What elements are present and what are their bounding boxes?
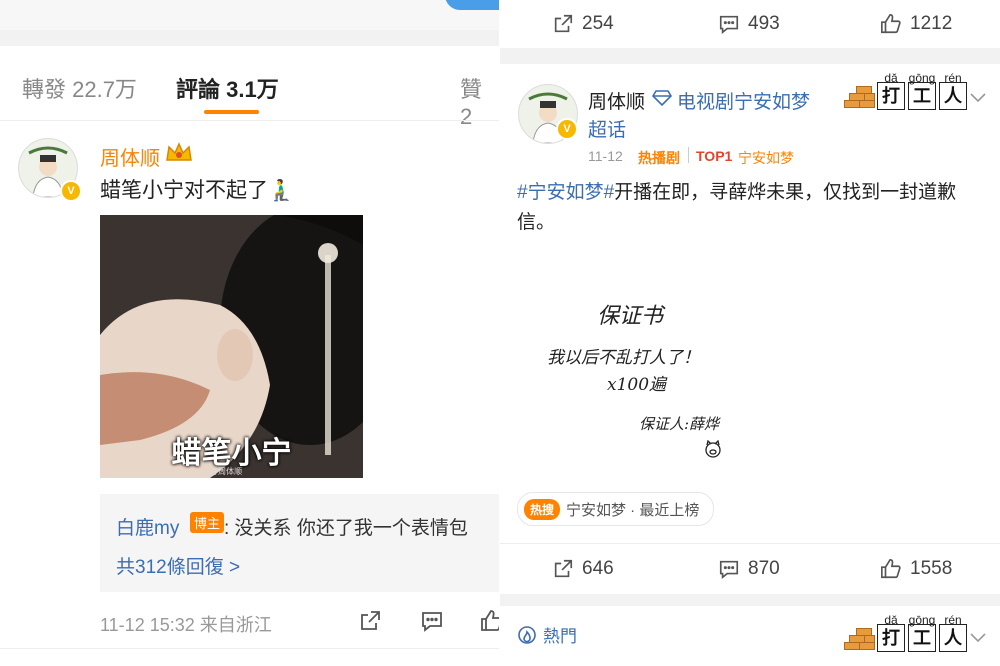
hot-search-chip[interactable]: 热搜 宁安如梦 · 最近上榜	[517, 492, 715, 526]
comments-panel: 轉發 22.7万 評論 3.1万 贊 2 V 周体顺 蜡笔小宁对不起了🧎‍♂️	[0, 0, 500, 666]
top-comment-button[interactable]: 493	[718, 13, 780, 35]
tag-hot[interactable]: 热播剧	[638, 148, 680, 168]
tab-divider	[0, 120, 500, 121]
tab-comments[interactable]: 評論 3.1万	[176, 72, 279, 104]
hot-search-text: 宁安如梦 · 最近上榜	[566, 501, 700, 519]
tab-reposts[interactable]: 轉發 22.7万	[22, 72, 137, 104]
tag-top[interactable]: TOP1	[696, 148, 732, 164]
section-gap	[500, 48, 1000, 64]
like-icon	[881, 14, 901, 34]
pinyin-cell: rén 人	[939, 613, 967, 652]
image-watermark: @周体顺	[210, 467, 243, 476]
supertopic-link[interactable]: 电视剧宁安如梦	[677, 87, 810, 114]
tag-separator	[688, 147, 689, 163]
letter-line2: x100遍	[607, 375, 667, 395]
letter-signer: 保证人:薛烨	[639, 415, 720, 433]
dagongren-badge: dǎ 打 gōng 工 rén 人	[844, 613, 967, 652]
like-icon	[881, 559, 901, 579]
supertopic-suffix[interactable]: 超话	[588, 115, 626, 142]
hashtag-link[interactable]: #宁安如梦#	[517, 182, 614, 203]
share-icon	[554, 559, 573, 578]
verified-badge-icon: V	[556, 118, 578, 140]
reply-author[interactable]: 白鹿my	[116, 513, 179, 540]
post-image[interactable]: 保证书 我以后不乱打人了！ x100遍 保证人:薛烨	[517, 250, 987, 475]
letter-line1: 我以后不乱打人了！	[547, 348, 700, 368]
verified-badge-icon: V	[60, 180, 82, 202]
comment-author[interactable]: 周体顺	[100, 142, 160, 171]
like-button[interactable]: 1558	[880, 558, 952, 580]
pig-doodle-icon	[703, 439, 723, 458]
like-count: 1212	[910, 13, 953, 34]
share-icon	[554, 14, 573, 33]
post-panel: 254 493 1212 V 周体顺 电视剧宁安如梦 超话 11-12 热播剧 …	[500, 0, 1000, 666]
pinyin-cell: dǎ 打	[877, 71, 905, 110]
like-icon[interactable]	[480, 609, 500, 633]
pinyin-cell: dǎ 打	[877, 613, 905, 652]
diamond-icon	[651, 89, 673, 107]
top-share-button[interactable]: 254	[552, 13, 614, 35]
comment-image[interactable]: 蜡笔小宁 @周体顺	[100, 215, 363, 478]
hot-label-text: 熱門	[543, 627, 577, 646]
pinyin-cell: rén 人	[939, 71, 967, 110]
post-text: #宁安如梦#开播在即，寻薛烨未果，仅找到一封道歉信。	[517, 178, 987, 238]
top-strip	[0, 0, 500, 30]
section-gap	[0, 30, 500, 46]
like-count: 1558	[910, 558, 953, 579]
chevron-down-icon[interactable]	[968, 630, 988, 644]
footer-divider	[0, 648, 500, 649]
actions-divider	[500, 543, 1000, 544]
post-date: 11-12	[588, 148, 623, 164]
comment-count: 870	[748, 558, 780, 579]
comment-meta: 11-12 15:32 来自浙江	[100, 615, 272, 635]
tab-likes[interactable]: 贊 2	[460, 72, 500, 130]
bricks-icon	[844, 624, 875, 650]
share-count: 254	[582, 13, 614, 34]
hot-label[interactable]: 熱門	[517, 622, 577, 647]
comment-button[interactable]: 870	[718, 558, 780, 580]
share-button[interactable]: 646	[552, 558, 614, 580]
follow-button-fragment[interactable]	[445, 0, 500, 10]
view-replies-link[interactable]: 共312條回復 >	[116, 552, 240, 579]
dagongren-badge: dǎ 打 gōng 工 rén 人	[844, 71, 967, 110]
bricks-icon	[844, 82, 875, 108]
reply-text: : 没关系 你还了我一个表情包	[224, 518, 468, 539]
hot-search-badge: 热搜	[524, 498, 561, 520]
chevron-down-icon[interactable]	[968, 90, 988, 104]
share-icon[interactable]	[358, 609, 382, 633]
letter-title: 保证书	[597, 304, 664, 329]
comment-icon	[719, 15, 739, 34]
tag-show[interactable]: 宁安如梦	[738, 148, 794, 168]
post-author[interactable]: 周体顺	[588, 87, 645, 114]
top-like-button[interactable]: 1212	[880, 13, 952, 35]
comment-icon[interactable]	[420, 609, 444, 633]
hot-icon	[518, 625, 536, 644]
comment-count: 493	[748, 13, 780, 34]
section-gap	[500, 594, 1000, 606]
pinyin-cell: gōng 工	[908, 71, 936, 110]
pinyin-cell: gōng 工	[908, 613, 936, 652]
blogger-badge: 博主	[190, 512, 225, 533]
tab-active-indicator	[204, 110, 259, 114]
share-count: 646	[582, 558, 614, 579]
crown-medal-icon	[164, 140, 194, 164]
comment-icon	[719, 560, 739, 579]
comment-text: 蜡笔小宁对不起了🧎‍♂️	[100, 179, 295, 202]
